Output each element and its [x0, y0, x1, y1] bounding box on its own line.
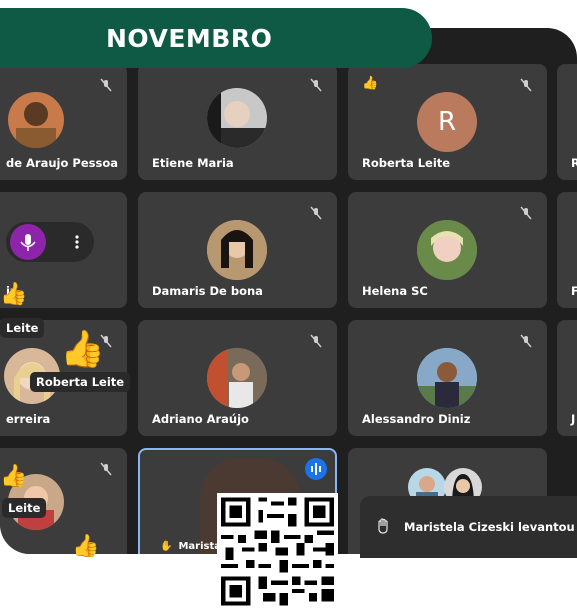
mic-off-icon — [310, 78, 322, 92]
thumbs-up-reaction-icon: 👍 — [60, 329, 105, 370]
participant-name: R — [571, 156, 577, 170]
participant-name: Adriano Araújo — [152, 412, 249, 426]
participant-tile[interactable]: Etiene Maria — [138, 64, 337, 180]
participant-name-row: ✋ Marista — [160, 541, 221, 552]
participant-avatar — [207, 348, 267, 408]
raised-hand-notification[interactable]: Maristela Cizeski levantou a — [360, 496, 577, 558]
participant-tile[interactable]: Adriano Araújo — [138, 320, 337, 436]
qr-code — [217, 493, 338, 610]
participant-name: Alessandro Diniz — [362, 412, 471, 426]
mic-icon — [20, 234, 36, 251]
participant-tile[interactable]: 👍 R Roberta Leite — [348, 64, 547, 180]
thumbs-up-reaction-icon: 👍 — [0, 282, 28, 307]
meeting-grid: de Araujo Pessoa Etiene Maria 👍 R Robert… — [0, 28, 577, 554]
banner-title: NOVEMBRO — [106, 23, 273, 53]
participant-name: de Araujo Pessoa — [6, 156, 118, 170]
mic-off-icon — [310, 334, 322, 348]
qr-code-pattern — [217, 493, 338, 610]
raised-hand-icon — [376, 517, 390, 537]
participant-name: J — [571, 412, 576, 426]
raised-hand-icon: ✋ — [160, 541, 173, 552]
month-banner: NOVEMBRO — [0, 8, 432, 68]
participant-name: erreira — [6, 412, 51, 426]
mic-off-icon — [310, 206, 322, 220]
participant-tile[interactable]: de Araujo Pessoa — [0, 64, 127, 180]
thumbs-up-reaction-icon: 👍 — [72, 534, 100, 559]
participant-name: Helena SC — [362, 284, 428, 298]
participant-tile[interactable]: J — [557, 320, 577, 436]
mic-off-icon — [520, 334, 532, 348]
participant-avatar — [207, 220, 267, 280]
thumbs-up-reaction-icon: 👍 — [0, 464, 28, 489]
participant-name: Marista — [178, 541, 221, 552]
mic-off-icon — [520, 206, 532, 220]
reaction-name-chip: Leite — [0, 318, 45, 338]
participant-tile[interactable]: Helena SC — [348, 192, 547, 308]
raised-hand-avatar — [10, 224, 46, 260]
participant-name: F — [571, 284, 577, 298]
participant-options-pill[interactable] — [6, 222, 94, 262]
reaction-name-chip: Roberta Leite — [30, 372, 131, 392]
participant-avatar — [207, 88, 267, 148]
participant-name: Roberta Leite — [362, 156, 451, 170]
participant-tile[interactable]: R — [557, 64, 577, 180]
reaction-name-chip: Leite — [2, 498, 47, 518]
participant-avatar — [8, 92, 64, 148]
participant-avatar: R — [417, 92, 477, 152]
mic-off-icon — [100, 462, 112, 476]
thumbs-up-icon: 👍 — [362, 76, 379, 91]
more-vert-icon[interactable] — [74, 234, 80, 250]
notification-text: Maristela Cizeski levantou a — [404, 520, 577, 534]
participant-name: Damaris De bona — [152, 284, 263, 298]
participant-avatar — [417, 220, 477, 280]
participant-name: Etiene Maria — [152, 156, 234, 170]
participant-tile[interactable]: Alessandro Diniz — [348, 320, 547, 436]
mic-off-icon — [520, 78, 532, 92]
mic-off-icon — [100, 78, 112, 92]
participant-tile[interactable]: F — [557, 192, 577, 308]
participant-avatar — [417, 348, 477, 408]
participant-tile[interactable]: Damaris De bona — [138, 192, 337, 308]
speaking-indicator-icon — [305, 458, 327, 480]
